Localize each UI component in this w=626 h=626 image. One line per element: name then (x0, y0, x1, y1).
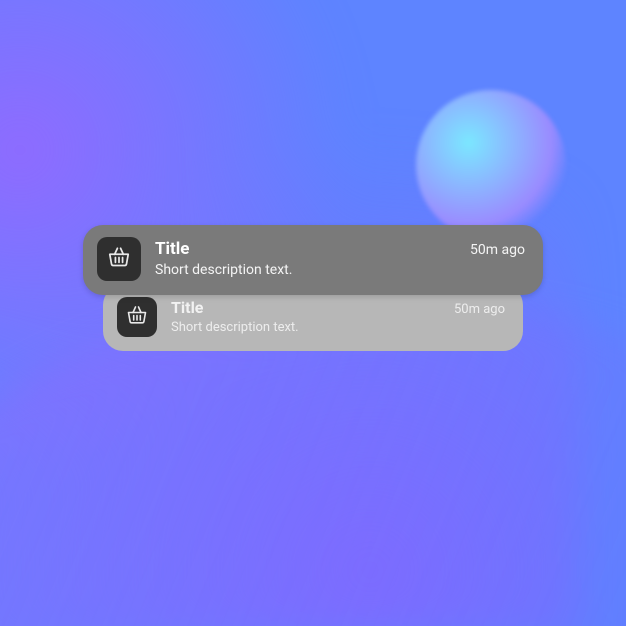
decorative-shape (416, 90, 566, 240)
shopping-basket-icon (125, 303, 149, 331)
notification-card[interactable]: Title 50m ago Short description text. (83, 225, 543, 295)
app-icon-tile (117, 297, 157, 337)
notification-title: Title (171, 299, 203, 317)
notification-description: Short description text. (171, 320, 505, 335)
app-icon-tile (97, 237, 141, 281)
notification-time: 50m ago (470, 242, 525, 258)
notification-stack: Title 50m ago Short description text. Ti… (83, 225, 543, 351)
notification-body: Title 50m ago Short description text. (155, 240, 525, 278)
notification-description: Short description text. (155, 262, 525, 278)
shopping-basket-icon (106, 244, 132, 274)
notification-time: 50m ago (454, 302, 505, 317)
notification-body: Title 50m ago Short description text. (171, 299, 505, 334)
notification-title: Title (155, 240, 189, 260)
